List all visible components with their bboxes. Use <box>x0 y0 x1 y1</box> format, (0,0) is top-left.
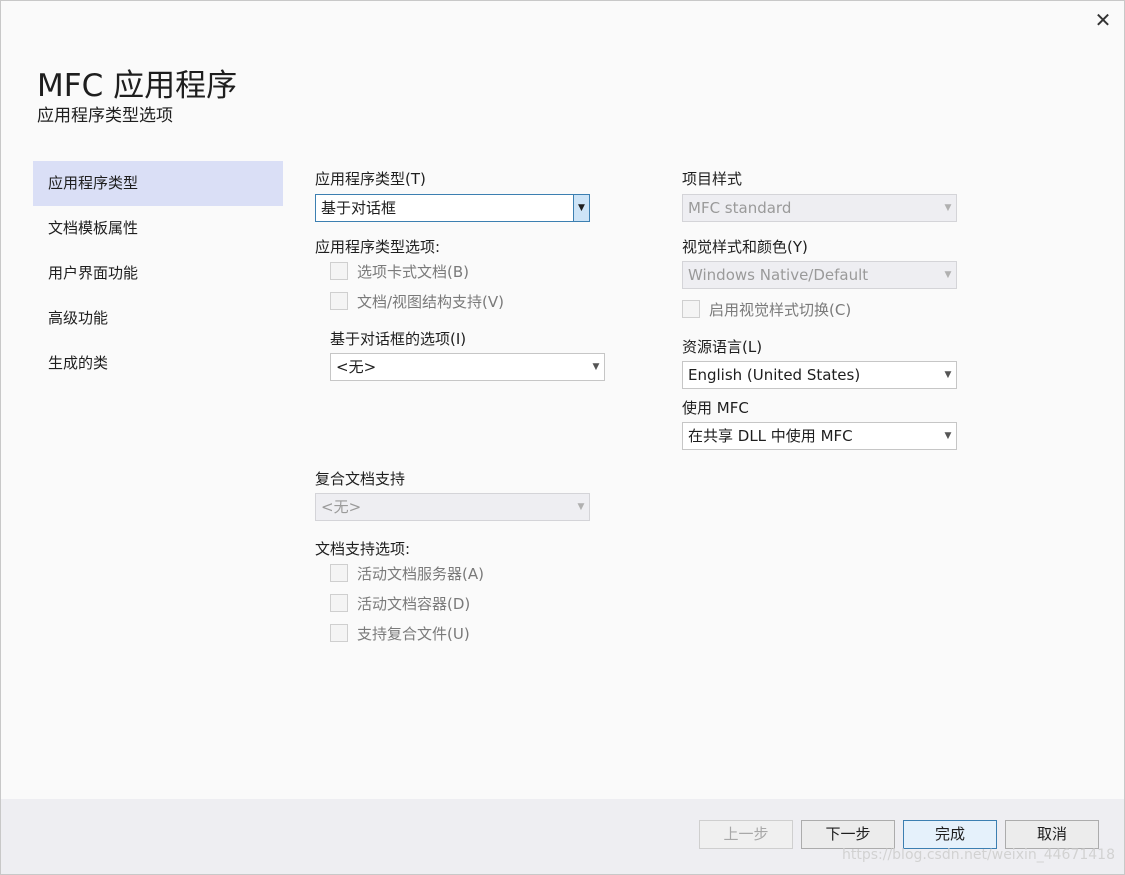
checkbox-label: 支持复合文件(U) <box>357 625 470 643</box>
compound-doc-label: 复合文档支持 <box>315 470 406 488</box>
checkbox-box <box>330 593 348 612</box>
resource-language-label: 资源语言(L) <box>682 338 763 356</box>
chevron-down-icon: ▼ <box>944 431 952 441</box>
compound-file-checkbox[interactable]: 支持复合文件(U) <box>330 623 470 645</box>
chevron-down-icon: ▼ <box>592 362 600 372</box>
doc-support-label: 文档支持选项: <box>315 540 411 558</box>
compound-doc-value: <无> <box>321 498 362 516</box>
visual-style-value: Windows Native/Default <box>688 266 869 284</box>
chevron-down-icon: ▼ <box>944 203 952 213</box>
dialog-options-value: <无> <box>336 358 377 376</box>
chevron-down-icon: ▼ <box>573 195 589 221</box>
project-style-value: MFC standard <box>688 199 792 217</box>
prev-button[interactable]: 上一步 <box>699 820 793 849</box>
checkbox-box <box>330 563 348 582</box>
visual-style-select[interactable]: Windows Native/Default ▼ <box>682 261 957 289</box>
visual-style-label: 视觉样式和颜色(Y) <box>682 238 808 256</box>
checkbox-label: 选项卡式文档(B) <box>357 263 469 281</box>
checkbox-label: 启用视觉样式切换(C) <box>709 301 852 319</box>
app-type-value: 基于对话框 <box>321 199 397 217</box>
resource-language-select[interactable]: English (United States) ▼ <box>682 361 957 389</box>
nav-item-advanced[interactable]: 高级功能 <box>33 296 283 341</box>
tabbed-docs-checkbox[interactable]: 选项卡式文档(B) <box>330 261 469 283</box>
checkbox-label: 文档/视图结构支持(V) <box>357 293 505 311</box>
finish-button[interactable]: 完成 <box>903 820 997 849</box>
chevron-down-icon: ▼ <box>944 270 952 280</box>
chevron-down-icon: ▼ <box>577 502 585 512</box>
page-subtitle: 应用程序类型选项 <box>37 106 173 126</box>
nav-item-ui-features[interactable]: 用户界面功能 <box>33 251 283 296</box>
nav-item-generated-classes[interactable]: 生成的类 <box>33 341 283 386</box>
app-type-label: 应用程序类型(T) <box>315 170 426 188</box>
checkbox-box <box>330 291 348 310</box>
app-type-select[interactable]: 基于对话框 ▼ <box>315 194 590 222</box>
use-mfc-value: 在共享 DLL 中使用 MFC <box>688 427 853 445</box>
checkbox-box <box>330 623 348 642</box>
chevron-down-icon: ▼ <box>944 370 952 380</box>
resource-language-value: English (United States) <box>688 366 861 384</box>
watermark: https://blog.csdn.net/weixin_44671418 <box>841 847 1115 863</box>
checkbox-box <box>330 261 348 280</box>
nav-item-app-type[interactable]: 应用程序类型 <box>33 161 283 206</box>
checkbox-label: 活动文档容器(D) <box>357 595 471 613</box>
close-icon[interactable]: ✕ <box>1091 8 1115 32</box>
visual-style-toggle-checkbox[interactable]: 启用视觉样式切换(C) <box>682 299 851 321</box>
next-button[interactable]: 下一步 <box>801 820 895 849</box>
use-mfc-select[interactable]: 在共享 DLL 中使用 MFC ▼ <box>682 422 957 450</box>
compound-doc-select[interactable]: <无> ▼ <box>315 493 590 521</box>
cancel-button[interactable]: 取消 <box>1005 820 1099 849</box>
project-style-label: 项目样式 <box>682 170 743 188</box>
dialog-options-label: 基于对话框的选项(I) <box>330 330 467 348</box>
dialog-options-select[interactable]: <无> ▼ <box>330 353 605 381</box>
checkbox-label: 活动文档服务器(A) <box>357 565 484 583</box>
doc-view-checkbox[interactable]: 文档/视图结构支持(V) <box>330 291 504 313</box>
wizard-nav: 应用程序类型 文档模板属性 用户界面功能 高级功能 生成的类 <box>33 161 283 386</box>
project-style-select[interactable]: MFC standard ▼ <box>682 194 957 222</box>
page-title: MFC 应用程序 <box>37 68 238 104</box>
nav-item-doc-template[interactable]: 文档模板属性 <box>33 206 283 251</box>
app-type-options-label: 应用程序类型选项: <box>315 238 441 256</box>
checkbox-box <box>682 299 700 318</box>
use-mfc-label: 使用 MFC <box>682 399 749 417</box>
active-doc-server-checkbox[interactable]: 活动文档服务器(A) <box>330 563 484 585</box>
active-doc-container-checkbox[interactable]: 活动文档容器(D) <box>330 593 470 615</box>
